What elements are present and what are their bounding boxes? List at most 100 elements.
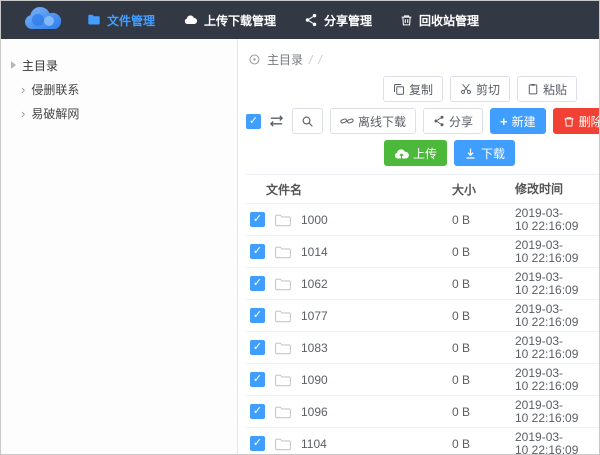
file-modified-line2: 10 22:16:09 — [515, 316, 599, 329]
tree-item-label: 易破解网 — [31, 105, 79, 122]
table-row[interactable]: ✓ 1014 0 B 2019-03- 10 22:16:09 — [246, 236, 599, 268]
nav-item-label: 文件管理 — [107, 12, 155, 29]
table-row[interactable]: ✓ 1096 0 B 2019-03- 10 22:16:09 — [246, 396, 599, 428]
sidebar-item-main-directory[interactable]: 主目录 — [1, 53, 237, 77]
breadcrumb-separator: / — [309, 53, 312, 67]
download-button[interactable]: 下载 — [454, 140, 515, 166]
file-size: 0 B — [452, 309, 515, 323]
row-checkbox[interactable]: ✓ — [250, 308, 265, 323]
copy-icon — [393, 83, 405, 95]
toolbar-transfer-row: 上传 下载 — [246, 140, 599, 166]
clipboard-icon — [527, 83, 539, 95]
tree-item-label: 侵删联系 — [31, 81, 79, 98]
sidebar-item-2[interactable]: › 易破解网 — [1, 101, 237, 125]
file-modified: 2019-03- 10 22:16:09 — [515, 431, 599, 455]
file-modified-line1: 2019-03- — [515, 239, 599, 252]
table-row[interactable]: ✓ 1083 0 B 2019-03- 10 22:16:09 — [246, 332, 599, 364]
folder-icon — [87, 13, 101, 27]
file-name[interactable]: 1090 — [301, 373, 328, 387]
upload-button[interactable]: 上传 — [384, 140, 447, 166]
breadcrumb-separator: / — [318, 53, 321, 67]
file-modified-line1: 2019-03- — [515, 303, 599, 316]
share-button[interactable]: 分享 — [423, 108, 483, 134]
nav-share-management[interactable]: 分享管理 — [304, 12, 372, 29]
copy-button[interactable]: 复制 — [383, 76, 443, 102]
file-name[interactable]: 1077 — [301, 309, 328, 323]
breadcrumb: 主目录 / / — [248, 51, 599, 68]
folder-outline-icon — [274, 373, 292, 387]
file-modified-line1: 2019-03- — [515, 271, 599, 284]
file-name[interactable]: 1083 — [301, 341, 328, 355]
sidebar-item-1[interactable]: › 侵删联系 — [1, 77, 237, 101]
row-checkbox[interactable]: ✓ — [250, 340, 265, 355]
chevron-right-icon: › — [21, 83, 25, 96]
table-row[interactable]: ✓ 1077 0 B 2019-03- 10 22:16:09 — [246, 300, 599, 332]
column-header-filename: 文件名 — [246, 181, 452, 198]
nav-menu: 文件管理 上传下载管理 分享管理 回收站管理 — [87, 12, 479, 29]
cloud-logo — [11, 6, 77, 34]
cloud-icon — [183, 13, 198, 27]
select-all-checkbox[interactable]: ✓ — [246, 114, 261, 129]
check-icon: ✓ — [253, 246, 262, 257]
top-navbar: 文件管理 上传下载管理 分享管理 回收站管理 — [1, 1, 599, 39]
row-checkbox[interactable]: ✓ — [250, 276, 265, 291]
paste-button[interactable]: 粘贴 — [517, 76, 577, 102]
file-size: 0 B — [452, 341, 515, 355]
file-modified-line1: 2019-03- — [515, 207, 599, 220]
chevron-right-icon: › — [21, 107, 25, 120]
file-size: 0 B — [452, 213, 515, 227]
table-row[interactable]: ✓ 1104 0 B 2019-03- 10 22:16:09 — [246, 428, 599, 454]
file-size: 0 B — [452, 405, 515, 419]
folder-outline-icon — [274, 277, 292, 291]
check-icon: ✓ — [253, 438, 262, 449]
nav-upload-download-management[interactable]: 上传下载管理 — [183, 12, 276, 29]
search-button[interactable] — [292, 108, 323, 134]
file-modified: 2019-03- 10 22:16:09 — [515, 239, 599, 265]
file-name[interactable]: 1062 — [301, 277, 328, 291]
file-modified: 2019-03- 10 22:16:09 — [515, 367, 599, 393]
swap-arrows-icon[interactable] — [268, 114, 285, 128]
trash-icon — [400, 13, 413, 27]
toolbar-actions-row: ✓ 离线下载 分享 + 新建 删 — [246, 108, 599, 134]
check-icon: ✓ — [253, 374, 262, 385]
nav-file-management[interactable]: 文件管理 — [87, 12, 155, 29]
file-size: 0 B — [452, 437, 515, 451]
column-header-modified: 修改时间 — [515, 183, 599, 196]
folder-outline-icon — [274, 213, 292, 227]
row-checkbox[interactable]: ✓ — [250, 372, 265, 387]
file-modified: 2019-03- 10 22:16:09 — [515, 399, 599, 425]
create-new-button[interactable]: + 新建 — [490, 108, 546, 134]
nav-recycle-bin-management[interactable]: 回收站管理 — [400, 12, 479, 29]
file-name[interactable]: 1014 — [301, 245, 328, 259]
file-name[interactable]: 1104 — [301, 437, 327, 451]
folder-outline-icon — [274, 405, 292, 419]
row-checkbox[interactable]: ✓ — [250, 436, 265, 451]
offline-download-button[interactable]: 离线下载 — [330, 108, 416, 134]
file-name[interactable]: 1096 — [301, 405, 328, 419]
table-row[interactable]: ✓ 1062 0 B 2019-03- 10 22:16:09 — [246, 268, 599, 300]
check-icon: ✓ — [253, 406, 262, 417]
file-modified-line2: 10 22:16:09 — [515, 444, 599, 455]
row-checkbox[interactable]: ✓ — [250, 212, 265, 227]
cut-button[interactable]: 剪切 — [450, 76, 510, 102]
file-modified-line2: 10 22:16:09 — [515, 380, 599, 393]
row-checkbox[interactable]: ✓ — [250, 404, 265, 419]
table-row[interactable]: ✓ 1000 0 B 2019-03- 10 22:16:09 — [246, 204, 599, 236]
file-name[interactable]: 1000 — [301, 213, 328, 227]
cloud-logo-icon — [16, 6, 72, 34]
row-checkbox[interactable]: ✓ — [250, 244, 265, 259]
share-icon — [304, 13, 318, 27]
file-modified: 2019-03- 10 22:16:09 — [515, 207, 599, 233]
delete-button[interactable]: 删除 — [553, 108, 599, 134]
file-size: 0 B — [452, 277, 515, 291]
folder-outline-icon — [274, 309, 292, 323]
file-modified: 2019-03- 10 22:16:09 — [515, 271, 599, 297]
folder-outline-icon — [274, 245, 292, 259]
breadcrumb-current[interactable]: 主目录 — [267, 51, 303, 68]
nav-item-label: 上传下载管理 — [204, 12, 276, 29]
download-icon — [464, 147, 477, 160]
table-row[interactable]: ✓ 1090 0 B 2019-03- 10 22:16:09 — [246, 364, 599, 396]
check-icon: ✓ — [253, 214, 262, 225]
nav-item-label: 回收站管理 — [419, 12, 479, 29]
nav-item-label: 分享管理 — [324, 12, 372, 29]
